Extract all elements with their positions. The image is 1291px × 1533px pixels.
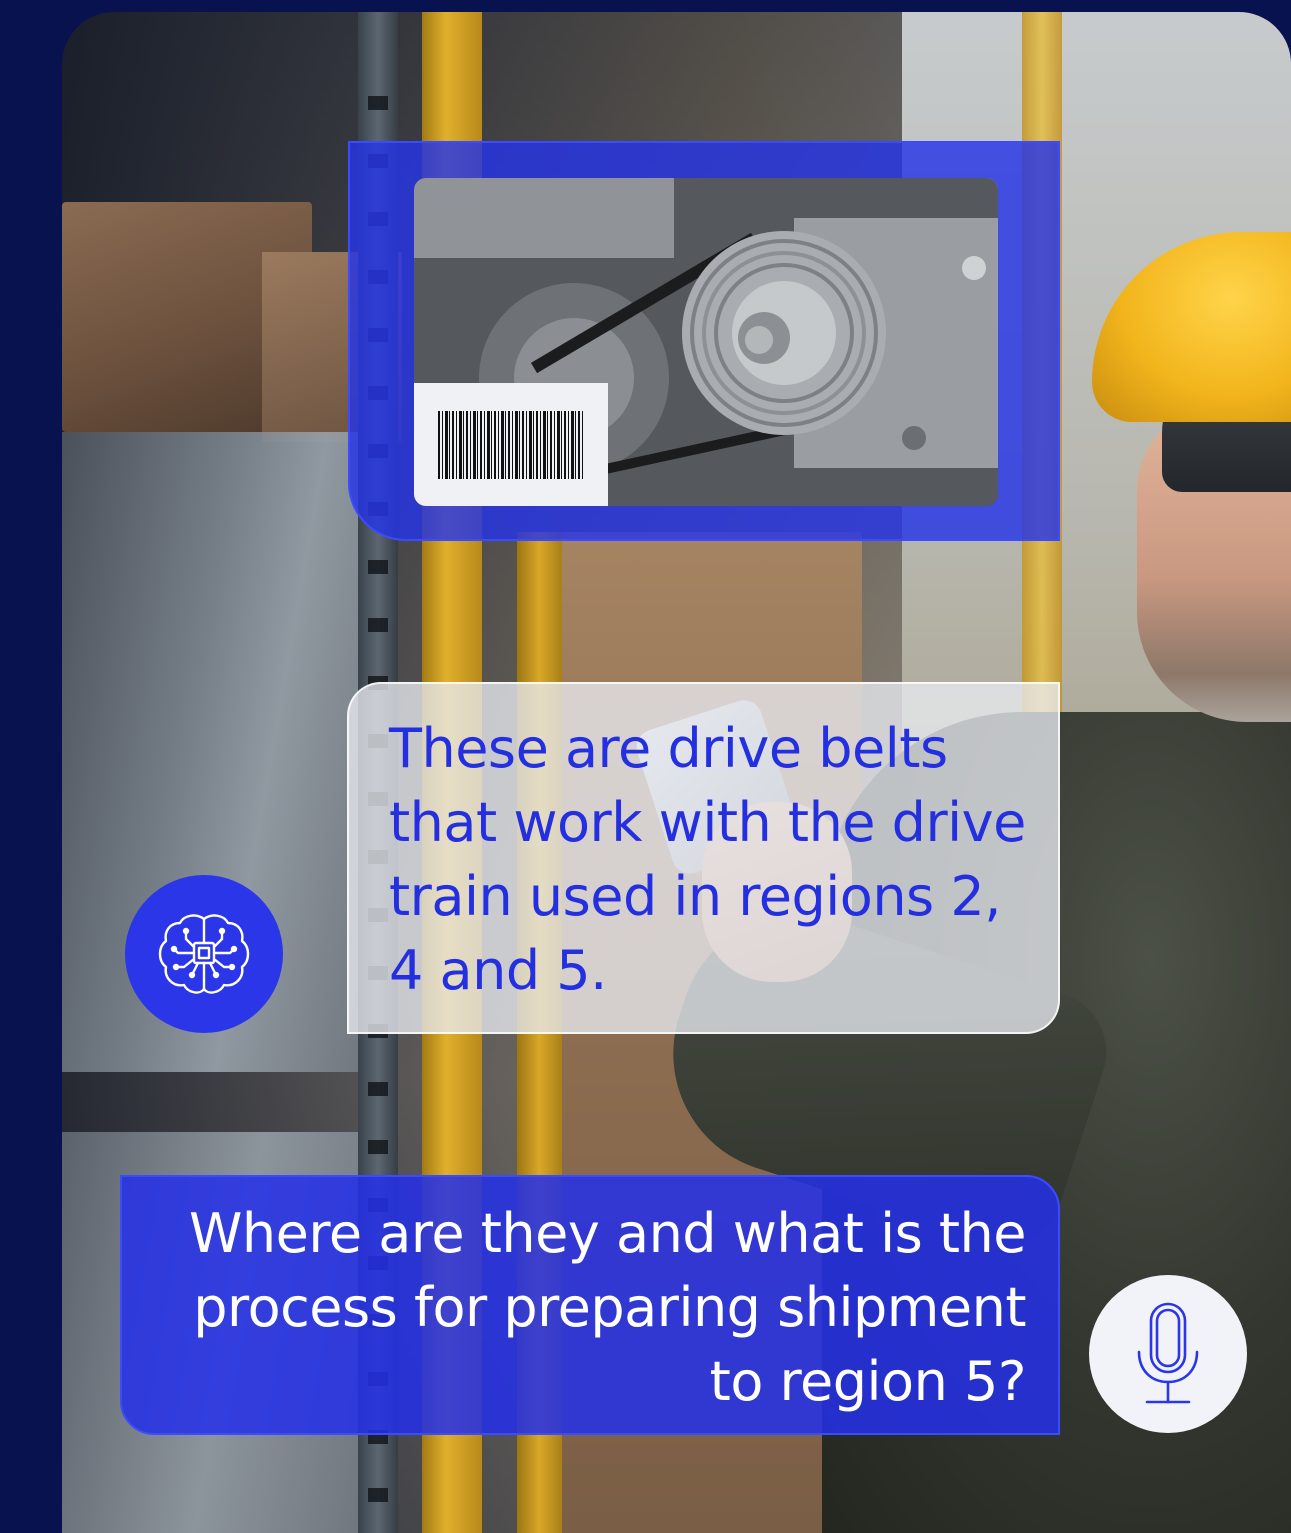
user-message-bubble: Where are they and what is the process f… [120,1175,1060,1435]
barcode-label [414,383,608,506]
microphone-icon [1137,1302,1199,1404]
drive-belt-pulley-photo [414,178,998,506]
assistant-avatar [125,875,283,1033]
barcode-icon [438,411,584,479]
assistant-message-text: These are drive belts that work with the… [389,717,1026,1002]
user-message-text: Where are they and what is the process f… [189,1202,1026,1413]
scanned-part-card [348,141,1060,541]
assistant-message-bubble: These are drive belts that work with the… [347,682,1060,1034]
brain-circuit-icon [158,914,250,994]
voice-input-button[interactable] [1089,1275,1247,1433]
